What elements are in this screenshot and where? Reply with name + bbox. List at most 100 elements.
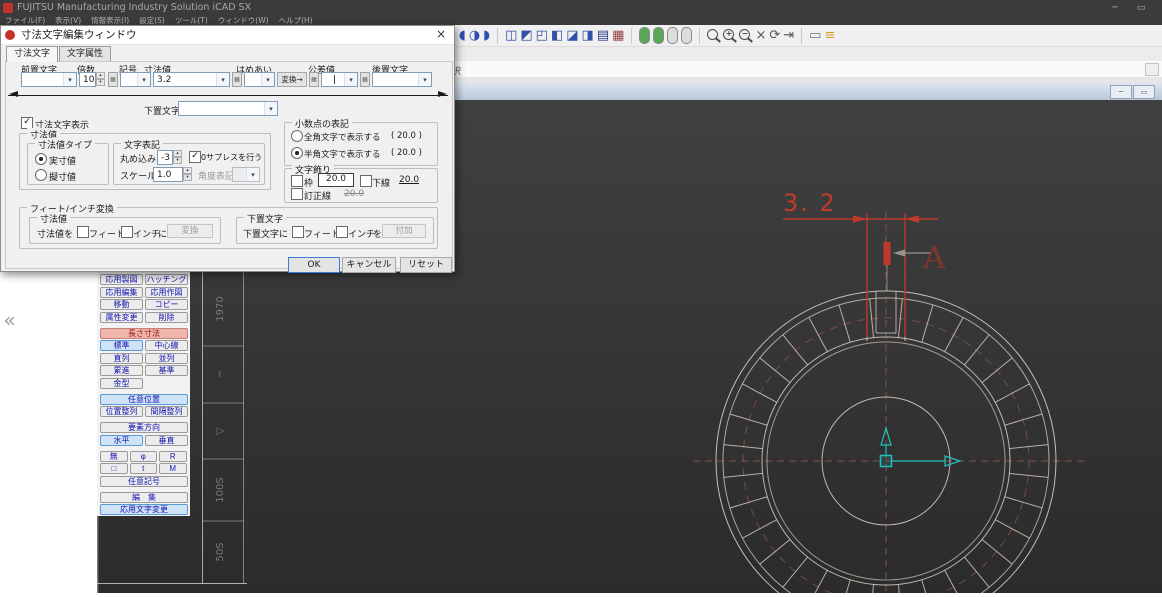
sidebar-button[interactable]: 属性変更 <box>100 312 143 323</box>
sidebar-button[interactable]: 応用作図 <box>145 287 188 298</box>
sidebar-button[interactable]: 任意位置 <box>100 394 188 405</box>
sidebar-button[interactable]: 長さ寸法 <box>100 328 188 339</box>
sidebar-button[interactable]: t <box>130 463 158 474</box>
tab-dimension-text[interactable]: 寸法文字 <box>6 46 58 62</box>
panel-collapse-icon[interactable]: « <box>1 306 18 336</box>
sidebar-button[interactable]: 水平 <box>100 435 143 446</box>
symbol-combobox[interactable]: ▾ <box>120 72 151 87</box>
chevron-down-icon[interactable]: ▾ <box>63 73 76 86</box>
spin-up-icon[interactable]: ▴ <box>173 150 182 157</box>
minimize-icon[interactable]: ─ <box>1104 1 1126 15</box>
tolerance-combobox[interactable]: ▾ <box>321 72 358 87</box>
chevron-down-icon[interactable]: ▾ <box>344 73 357 86</box>
spin-up-icon[interactable]: ▴ <box>96 72 105 79</box>
feet-checkbox[interactable] <box>77 226 89 238</box>
zoom-in-icon[interactable]: + <box>723 29 734 40</box>
symbol-list-button[interactable]: ▦ <box>108 72 118 87</box>
real-value-radio[interactable] <box>35 153 47 165</box>
chevron-down-icon[interactable]: ▾ <box>264 102 277 115</box>
prefix-combobox[interactable]: ▾ <box>21 72 77 87</box>
sidebar-button[interactable]: 中心線 <box>145 340 188 351</box>
strike-checkbox[interactable] <box>291 188 303 200</box>
spin-down-icon[interactable]: ▾ <box>173 157 182 164</box>
spin-down-icon[interactable]: ▾ <box>96 79 105 86</box>
sidebar-button[interactable]: 位置整列 <box>100 406 143 417</box>
sidebar-button[interactable]: M <box>159 463 187 474</box>
sidebar-button[interactable]: 無 <box>100 451 128 462</box>
suffix-combobox[interactable]: ▾ <box>372 72 432 87</box>
fullwidth-radio[interactable] <box>291 130 303 142</box>
sidebar-button[interactable]: 応用文字変更 <box>100 504 188 515</box>
close-icon[interactable]: × <box>432 26 450 44</box>
menu-item[interactable]: ウィンドウ(W) <box>213 16 274 25</box>
sidebar-button[interactable]: 任意記号 <box>100 476 188 487</box>
ok-button[interactable]: OK <box>288 257 340 273</box>
dimension-text[interactable]: 3. 2 <box>783 189 837 217</box>
tolerance-list-button[interactable]: ▦ <box>309 72 319 87</box>
rounding-input[interactable]: -3 <box>157 150 173 165</box>
convert-button[interactable]: 変換 <box>167 224 213 238</box>
chevron-down-icon[interactable]: ▾ <box>418 73 431 86</box>
spin-up-icon[interactable]: ▴ <box>183 167 192 174</box>
rounding-stepper[interactable]: ▴ ▾ <box>173 150 182 165</box>
below-feet-checkbox[interactable] <box>292 226 304 238</box>
sidebar-button[interactable]: 編 集 <box>100 492 188 503</box>
tab-text-attribute[interactable]: 文字属性 <box>59 46 111 61</box>
pan-cross-icon[interactable]: × <box>755 28 766 44</box>
render-mode-icon[interactable]: ▦ <box>612 28 624 44</box>
sidebar-button[interactable]: 応用製図 <box>100 274 143 285</box>
append-button[interactable]: 付加 <box>382 224 426 238</box>
sidebar-button[interactable]: コピー <box>145 299 188 310</box>
sidebar-button[interactable]: ハッチング <box>145 274 188 285</box>
menu-item[interactable]: ファイル(F) <box>0 16 50 25</box>
pseudo-value-radio[interactable] <box>35 169 47 181</box>
dimension-value-combobox[interactable]: 3.2 ▾ <box>153 72 230 87</box>
sidebar-button[interactable]: 垂直 <box>145 435 188 446</box>
menu-item[interactable]: 情報表示(I) <box>86 16 134 25</box>
view-cube-icon[interactable]: ◰ <box>536 28 548 44</box>
sidebar-button[interactable]: R <box>159 451 187 462</box>
capsule-toggle-on-icon[interactable] <box>653 27 664 44</box>
scale-input[interactable]: 1.0 <box>153 167 183 182</box>
orbit-sphere-icon[interactable]: ◖ <box>459 28 466 44</box>
sidebar-button[interactable]: 標準 <box>100 340 143 351</box>
zoom-icon[interactable] <box>707 29 718 40</box>
refresh-view-icon[interactable]: ⟳ <box>769 28 780 44</box>
sidebar-button[interactable]: 要素方向 <box>100 422 188 433</box>
maximize-icon[interactable]: ▭ <box>1130 1 1152 15</box>
below-text-combobox[interactable]: ▾ <box>178 101 278 116</box>
dialog-titlebar[interactable]: 寸法文字編集ウィンドウ × <box>1 26 454 45</box>
marker-label-a[interactable]: A <box>922 240 946 276</box>
chevron-down-icon[interactable]: ▾ <box>216 73 229 86</box>
menu-item[interactable]: ツール(T) <box>170 16 213 25</box>
partial-toolbar-button[interactable] <box>1145 63 1159 76</box>
sidebar-button[interactable]: 応用編集 <box>100 287 143 298</box>
fit-convert-button[interactable]: 変換→ <box>277 72 307 87</box>
doc-maximize-icon[interactable]: ▭ <box>1133 85 1155 99</box>
orbit-sphere-icon[interactable]: ◑ <box>469 28 480 44</box>
frame-checkbox[interactable] <box>291 175 303 187</box>
suffix-list-button[interactable]: ▦ <box>360 72 370 87</box>
sidebar-button[interactable]: φ <box>130 451 158 462</box>
selection-highlight-bar[interactable] <box>884 242 891 265</box>
multiplier-stepper[interactable]: ▴ ▾ <box>96 72 105 87</box>
shaded-view-cube-icon[interactable]: ◩ <box>520 28 532 44</box>
zoom-out-icon[interactable]: − <box>739 29 750 40</box>
sidebar-button[interactable]: 基準 <box>145 365 188 376</box>
capsule-toggle-off-icon[interactable] <box>667 27 678 44</box>
view-cube-icon[interactable]: ◪ <box>566 28 578 44</box>
fit-combobox[interactable]: ▾ <box>244 72 275 87</box>
view-cube-icon[interactable]: ◨ <box>582 28 594 44</box>
sidebar-button[interactable]: 金型 <box>100 378 143 389</box>
sidebar-button[interactable]: □ <box>100 463 128 474</box>
orbit-sphere-icon[interactable]: ◗ <box>483 28 490 44</box>
sidebar-button[interactable]: 累進 <box>100 365 143 376</box>
inch-checkbox[interactable] <box>121 226 133 238</box>
fit-list-button[interactable]: ▦ <box>232 72 242 87</box>
scale-stepper[interactable]: ▴ ▾ <box>183 167 192 182</box>
menu-item[interactable]: ヘルプ(H) <box>274 16 318 25</box>
drawing-book-icon[interactable]: ▤ <box>597 28 609 44</box>
sidebar-button[interactable]: 移動 <box>100 299 143 310</box>
sidebar-button[interactable]: 間隔整列 <box>145 406 188 417</box>
origin-marker[interactable] <box>881 456 892 467</box>
